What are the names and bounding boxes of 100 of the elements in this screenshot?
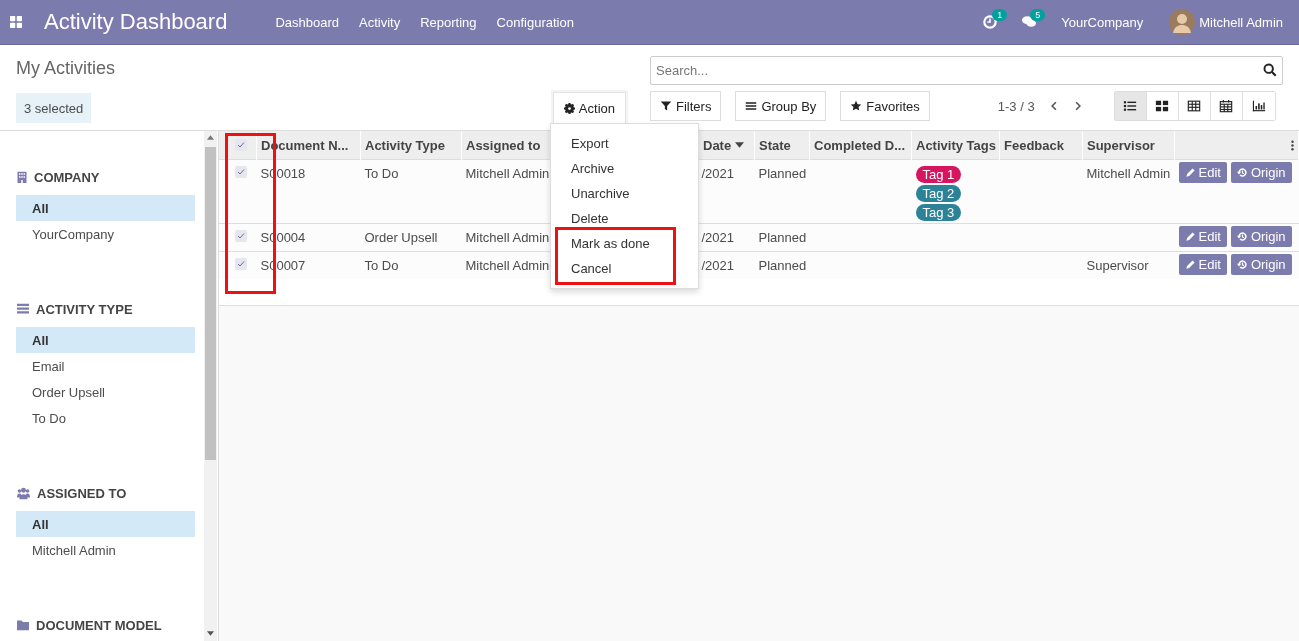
bars-icon <box>745 100 758 112</box>
filter-item[interactable]: All <box>16 195 195 221</box>
checkbox[interactable] <box>234 139 247 151</box>
menu-item[interactable]: Archive <box>571 160 615 177</box>
filter-item[interactable]: All <box>16 511 195 537</box>
list-view-icon <box>1123 99 1138 113</box>
table-cell: /2021 <box>701 258 735 273</box>
user-name[interactable]: Mitchell Admin <box>1199 14 1283 30</box>
filter-item[interactable]: To Do <box>16 405 195 431</box>
edit-button[interactable]: Edit <box>1178 226 1227 247</box>
checkbox[interactable] <box>234 166 247 178</box>
calendar-view-icon <box>1219 99 1234 113</box>
filter-button[interactable]: Filters <box>650 91 722 121</box>
column-header[interactable]: Completed D... <box>809 131 912 160</box>
section-header: ACTIVITY TYPE <box>36 301 133 317</box>
column-header[interactable]: Activity Tags <box>911 131 1000 160</box>
gear-icon <box>563 102 575 114</box>
scroll-down-icon[interactable] <box>206 631 214 636</box>
selection-counter: 3 selected <box>16 93 92 123</box>
tag: Tag 3 <box>915 204 962 221</box>
column-header[interactable]: Date <box>697 131 755 160</box>
filter-item[interactable]: Mitchell Admin <box>16 537 195 563</box>
table-cell: To Do <box>364 258 399 273</box>
apps-grid-icon <box>10 16 22 28</box>
menu-item[interactable]: Dashboard <box>275 14 340 30</box>
table-cell: Mitchell Admin <box>465 166 550 181</box>
table-cell: Planned <box>758 258 807 273</box>
filter-button[interactable]: Group By <box>735 91 827 121</box>
scroll-up-icon[interactable] <box>206 135 214 140</box>
menu-item[interactable]: Configuration <box>496 14 574 30</box>
column-header[interactable]: Activity Type <box>360 131 462 160</box>
table-cell: Mitchell Admin <box>465 230 550 245</box>
table-cell: /2021 <box>701 166 735 181</box>
building-icon <box>16 170 28 184</box>
filter-button[interactable]: Favorites <box>840 91 930 121</box>
table-cell: Order Upsell <box>364 230 438 245</box>
filter-item[interactable]: Order Upsell <box>16 379 195 405</box>
filter-item[interactable]: All <box>16 327 195 353</box>
menu-item[interactable]: Mark as done <box>571 235 650 252</box>
table-cell: Mitchell Admin <box>465 258 550 273</box>
tag: Tag 1 <box>915 166 962 183</box>
menu-item[interactable]: Reporting <box>420 14 477 30</box>
history-icon <box>1236 167 1248 178</box>
table-cell: To Do <box>364 166 399 181</box>
edit-button[interactable]: Edit <box>1178 254 1227 275</box>
star-icon <box>850 100 863 112</box>
avatar <box>1169 9 1196 35</box>
pencil-icon <box>1184 167 1196 178</box>
checkbox[interactable] <box>234 230 247 242</box>
pencil-icon <box>1184 231 1196 242</box>
menu-item[interactable]: Delete <box>571 210 609 227</box>
history-icon <box>1236 259 1248 270</box>
origin-button[interactable]: Origin <box>1230 226 1292 247</box>
column-header[interactable]: State <box>754 131 810 160</box>
menu-item[interactable]: Unarchive <box>571 185 630 202</box>
activity-count-badge: 1 <box>992 9 1008 21</box>
table-cell: Planned <box>758 230 807 245</box>
check-icon <box>236 260 245 268</box>
column-header[interactable]: Feedback <box>999 131 1083 160</box>
clock-icon <box>983 15 998 29</box>
view-switch-button[interactable] <box>1114 92 1147 120</box>
search-icon <box>1263 63 1277 77</box>
pager-value[interactable]: 1-3 / 3 <box>997 98 1035 114</box>
pencil-icon <box>1184 259 1196 270</box>
search-field[interactable]: Search... <box>650 56 1283 85</box>
menu-item[interactable]: Export <box>571 135 609 152</box>
kebab-menu-icon <box>1291 139 1294 151</box>
scrollbar[interactable] <box>203 131 217 641</box>
tag: Tag 2 <box>915 185 962 202</box>
section-header: ASSIGNED TO <box>37 485 127 501</box>
table-cell: Supervisor <box>1086 258 1149 273</box>
sort-caret-icon <box>735 142 745 148</box>
table-cell: Planned <box>758 166 807 181</box>
filter-icon <box>660 100 672 112</box>
kanban-view-icon <box>1155 99 1170 113</box>
menu-item[interactable]: Cancel <box>571 260 612 277</box>
message-count-badge: 5 <box>1030 9 1046 21</box>
table-cell: /2021 <box>701 230 735 245</box>
check-icon <box>236 168 245 176</box>
section-header: DOCUMENT MODEL <box>36 617 162 633</box>
table-view-icon <box>1187 99 1202 113</box>
column-header[interactable]: Supervisor <box>1082 131 1175 160</box>
checkbox[interactable] <box>234 258 247 270</box>
edit-button[interactable]: Edit <box>1178 162 1227 183</box>
filter-item[interactable]: Email <box>16 353 195 379</box>
section-header: COMPANY <box>34 169 100 185</box>
origin-button[interactable]: Origin <box>1230 254 1292 275</box>
menu-item[interactable]: Activity <box>359 14 401 30</box>
users-icon <box>16 486 31 500</box>
folder-icon <box>16 619 30 631</box>
stacked-bars-icon <box>16 303 30 315</box>
history-icon <box>1236 231 1248 242</box>
app-title: Activity Dashboard <box>44 9 228 35</box>
check-icon <box>236 141 245 149</box>
check-icon <box>236 232 245 240</box>
action-button[interactable]: Action <box>552 92 626 124</box>
company-switcher[interactable]: YourCompany <box>1061 14 1144 30</box>
table-cell: Mitchell Admin <box>1086 166 1171 181</box>
origin-button[interactable]: Origin <box>1230 162 1292 183</box>
filter-item[interactable]: YourCompany <box>16 221 195 247</box>
